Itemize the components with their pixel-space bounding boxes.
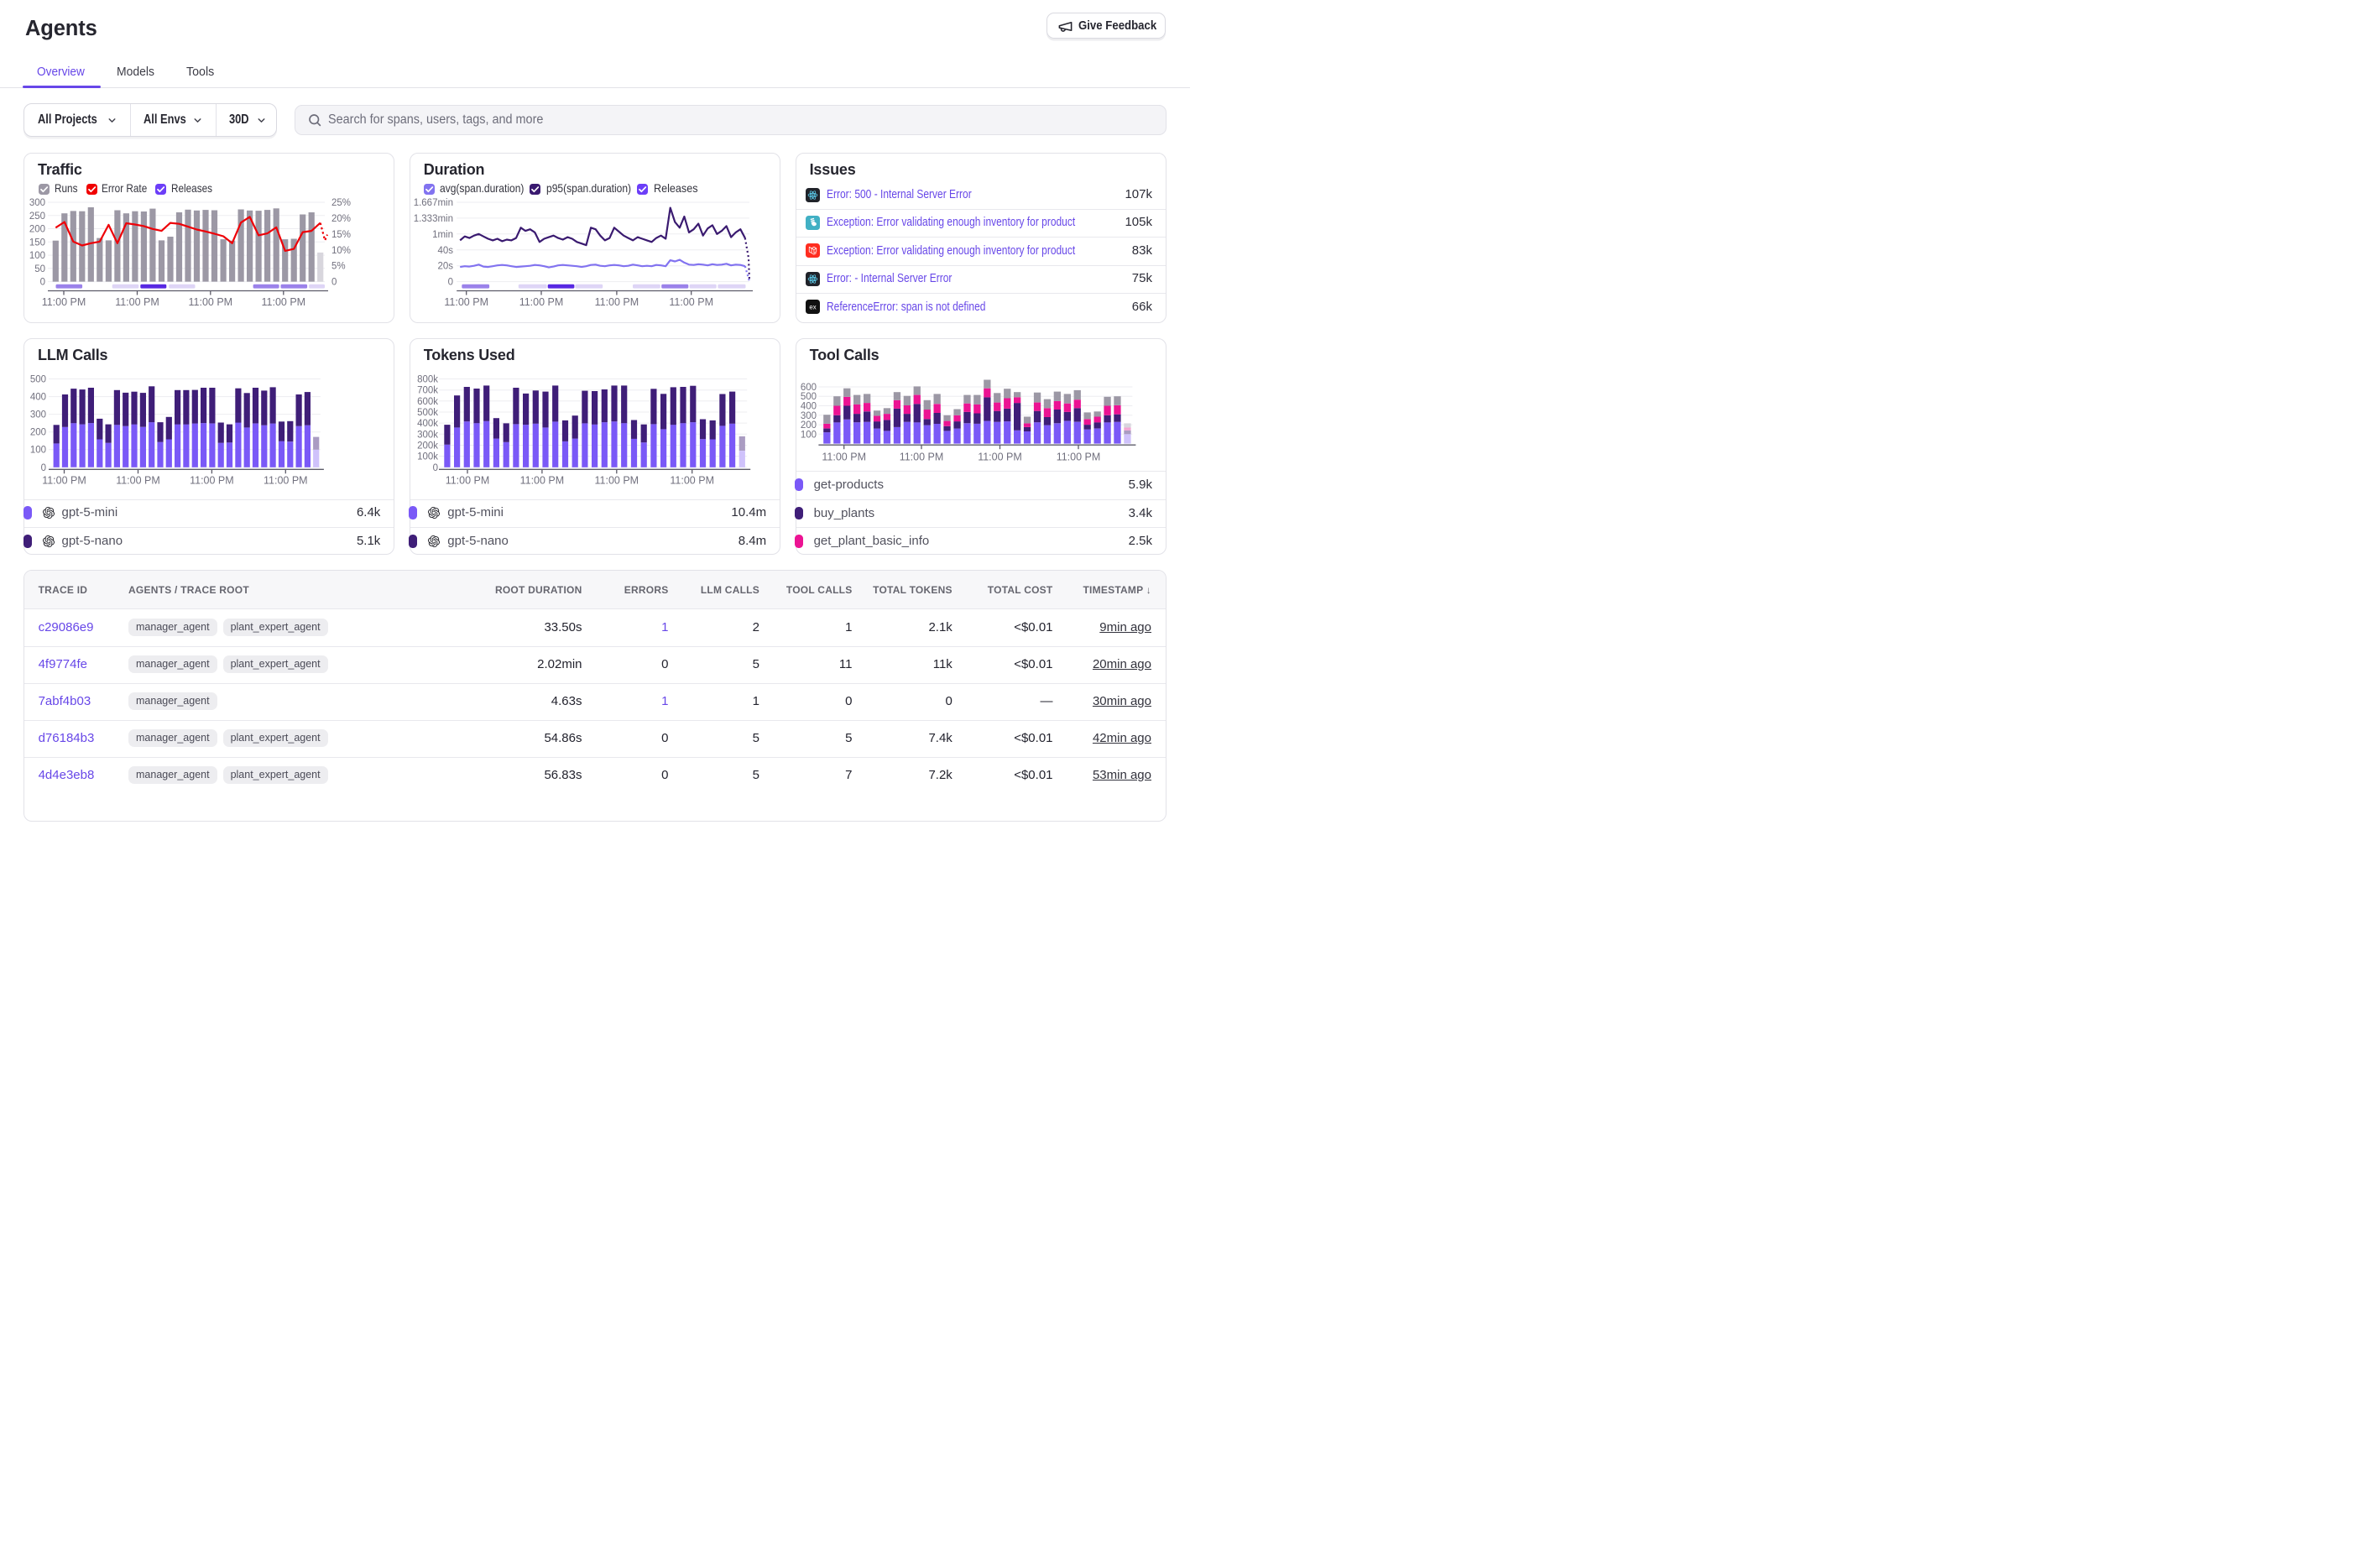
svg-text:11:00 PM: 11:00 PM [116,475,160,487]
svg-text:150: 150 [29,238,45,248]
svg-text:1.667min: 1.667min [413,198,452,208]
svg-text:600k: 600k [417,397,438,407]
svg-text:11:00 PM: 11:00 PM [264,475,308,487]
svg-text:20%: 20% [331,214,351,224]
svg-text:200k: 200k [417,441,438,452]
svg-text:11:00 PM: 11:00 PM [444,296,488,308]
svg-text:800k: 800k [417,375,438,385]
svg-text:400: 400 [30,393,46,403]
svg-text:1.333min: 1.333min [413,214,452,224]
svg-text:11:00 PM: 11:00 PM [190,475,234,487]
svg-text:11:00 PM: 11:00 PM [670,475,714,487]
svg-text:0: 0 [40,278,45,288]
svg-text:10%: 10% [331,246,351,256]
svg-text:5%: 5% [331,262,346,272]
svg-text:11:00 PM: 11:00 PM [519,296,564,308]
svg-text:300k: 300k [417,430,438,440]
svg-text:11:00 PM: 11:00 PM [262,296,306,308]
svg-text:300: 300 [30,410,46,420]
svg-text:11:00 PM: 11:00 PM [519,475,564,487]
svg-text:0: 0 [432,463,437,473]
svg-text:200: 200 [30,428,46,438]
svg-text:11:00 PM: 11:00 PM [899,452,943,463]
svg-text:600: 600 [800,383,816,393]
svg-text:11:00 PM: 11:00 PM [1056,452,1100,463]
svg-text:11:00 PM: 11:00 PM [594,475,639,487]
svg-text:100: 100 [29,251,45,261]
svg-text:11:00 PM: 11:00 PM [115,296,159,308]
svg-text:200: 200 [800,420,816,431]
svg-text:11:00 PM: 11:00 PM [822,452,866,463]
svg-text:300: 300 [29,198,45,208]
svg-text:500k: 500k [417,408,438,418]
svg-text:25%: 25% [331,198,351,208]
svg-text:400k: 400k [417,419,438,429]
svg-text:400: 400 [800,402,816,412]
svg-text:500: 500 [800,392,816,402]
svg-text:11:00 PM: 11:00 PM [42,296,86,308]
svg-text:500: 500 [30,375,46,385]
svg-text:ex: ex [809,304,816,311]
svg-text:11:00 PM: 11:00 PM [594,296,639,308]
svg-text:20s: 20s [437,262,453,272]
svg-text:11:00 PM: 11:00 PM [978,452,1022,463]
svg-text:11:00 PM: 11:00 PM [446,475,490,487]
svg-text:250: 250 [29,211,45,222]
svg-text:11:00 PM: 11:00 PM [42,475,86,487]
svg-text:0: 0 [331,278,337,288]
svg-text:100: 100 [800,430,816,440]
svg-text:200: 200 [29,225,45,235]
svg-text:40s: 40s [437,246,453,256]
svg-text:100: 100 [30,446,46,456]
svg-text:100k: 100k [417,452,438,462]
svg-text:0: 0 [447,278,452,288]
svg-text:15%: 15% [331,230,351,240]
svg-text:11:00 PM: 11:00 PM [189,296,233,308]
svg-text:11:00 PM: 11:00 PM [669,296,713,308]
svg-text:1min: 1min [432,230,453,240]
svg-text:50: 50 [34,264,45,274]
svg-text:0: 0 [41,463,46,473]
svg-text:300: 300 [800,411,816,421]
svg-text:700k: 700k [417,386,438,396]
